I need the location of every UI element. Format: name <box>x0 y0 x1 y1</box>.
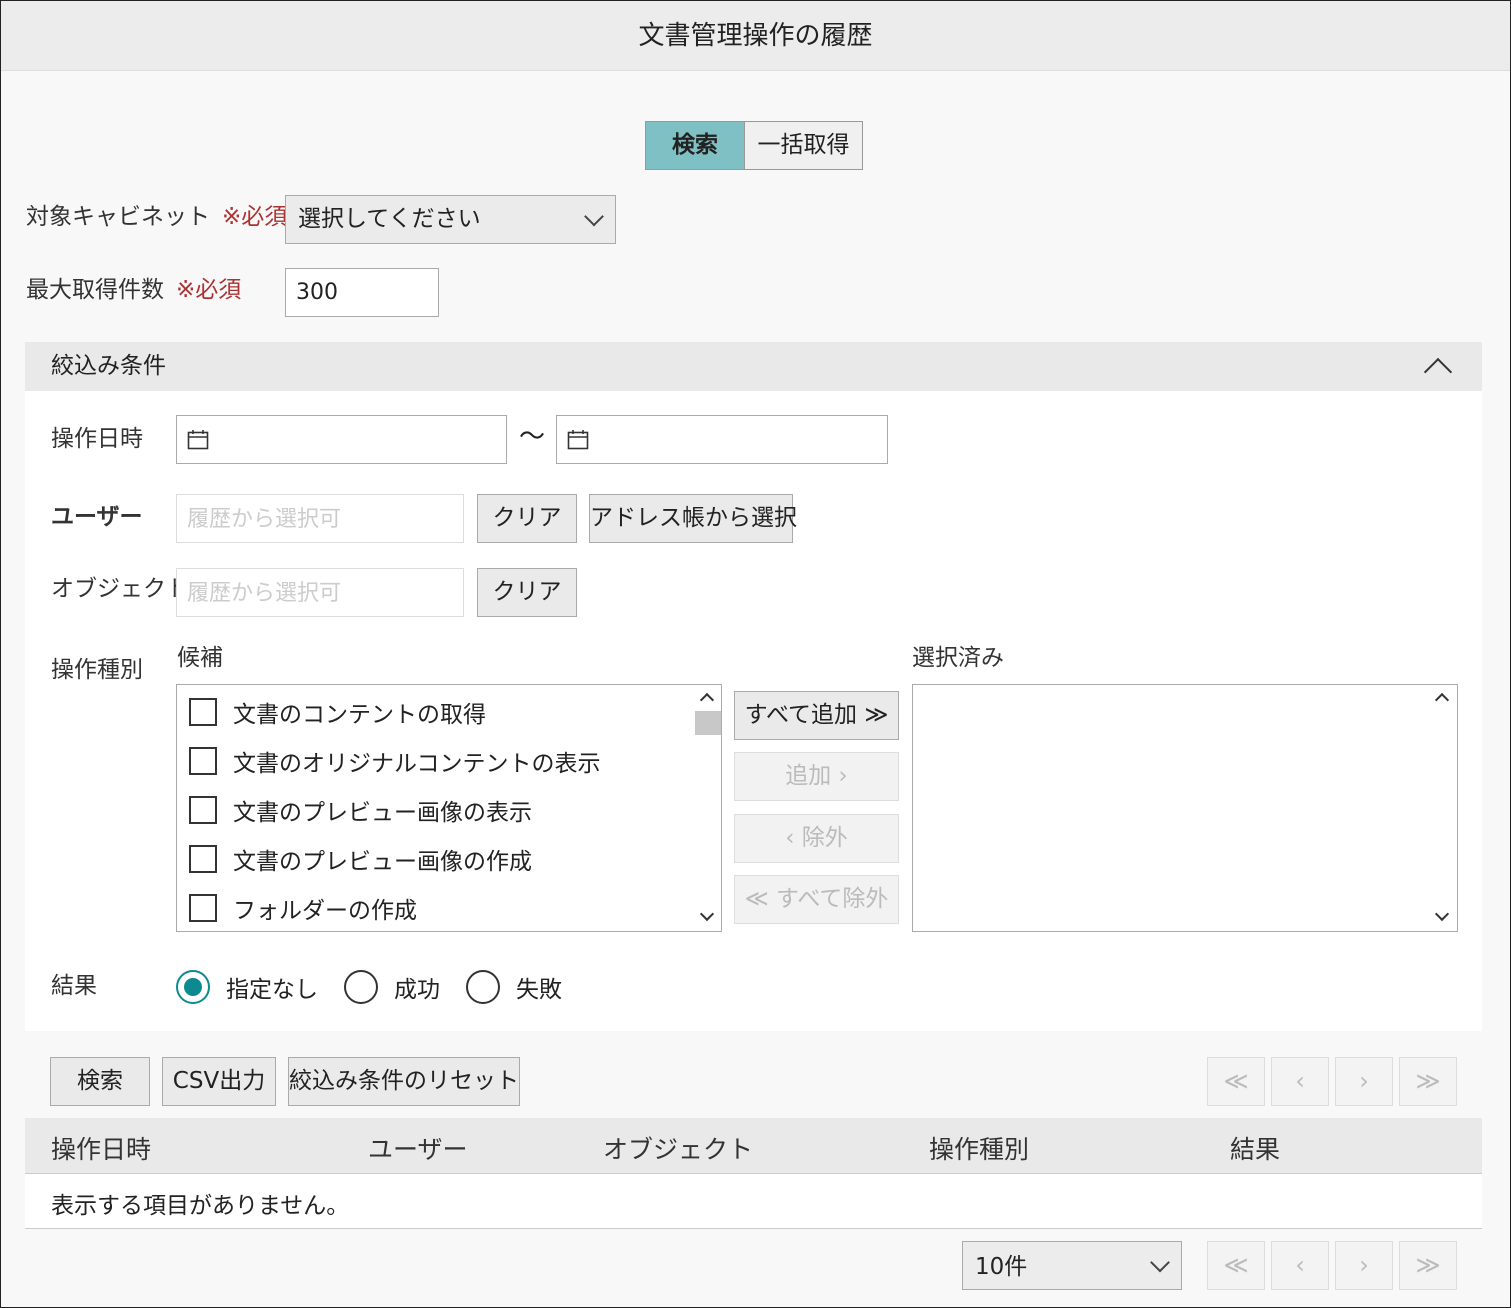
scroll-up-icon[interactable] <box>699 692 715 708</box>
result-radio-group: 指定なし 成功 失敗 <box>176 969 562 1005</box>
max-count-label-row: 最大取得件数 ※必須 <box>26 274 241 306</box>
cabinet-select-value: 選択してください <box>298 206 481 232</box>
column-header-object[interactable]: オブジェクト <box>603 1130 753 1166</box>
column-header-user[interactable]: ユーザー <box>368 1130 468 1166</box>
result-label: 結果 <box>51 973 97 999</box>
cabinet-select[interactable]: 選択してください <box>285 195 616 244</box>
date-range-separator: 〜 <box>519 422 546 452</box>
column-header-result[interactable]: 結果 <box>1230 1130 1280 1166</box>
pager-prev-button[interactable]: ‹ <box>1271 1241 1329 1290</box>
pager-prev-button[interactable]: ‹ <box>1271 1057 1329 1106</box>
pager-last-button[interactable]: ≫ <box>1399 1057 1457 1106</box>
filter-section-title: 絞込み条件 <box>51 353 166 379</box>
candidate-label: 文書のプレビュー画像の表示 <box>233 800 532 826</box>
empty-message: 表示する項目がありません。 <box>51 1193 350 1219</box>
reset-filter-button[interactable]: 絞込み条件のリセット <box>288 1057 520 1106</box>
radio-success[interactable] <box>344 970 378 1004</box>
results-table-body: 表示する項目がありません。 <box>25 1174 1482 1229</box>
pager-next-button[interactable]: › <box>1335 1057 1393 1106</box>
object-clear-button[interactable]: クリア <box>477 568 577 617</box>
required-mark: ※必須 <box>176 277 242 303</box>
dialog-window: 文書管理操作の履歴 検索 一括取得 対象キャビネット ※必須 選択してください 最… <box>0 0 1511 1308</box>
required-mark: ※必須 <box>222 204 288 230</box>
user-input[interactable]: 履歴から選択可 <box>176 494 464 543</box>
max-count-input[interactable] <box>285 268 439 317</box>
checkbox[interactable] <box>189 698 217 726</box>
object-input[interactable]: 履歴から選択可 <box>176 568 464 617</box>
scrollbar-thumb[interactable] <box>695 711 721 735</box>
column-header-op-type[interactable]: 操作種別 <box>929 1130 1029 1166</box>
user-label: ユーザー <box>51 504 143 530</box>
page-size-select[interactable]: 10件 <box>962 1241 1182 1290</box>
address-book-button[interactable]: アドレス帳から選択 <box>589 494 797 543</box>
chevron-down-icon <box>1150 1252 1170 1272</box>
candidate-label: 文書のオリジナルコンテントの表示 <box>233 751 601 777</box>
candidate-label: フォルダーの作成 <box>233 898 417 924</box>
scroll-down-icon[interactable] <box>1434 906 1450 922</box>
radio-unspecified[interactable] <box>176 970 210 1004</box>
op-type-label: 操作種別 <box>51 657 143 683</box>
add-button[interactable]: 追加 › <box>734 752 899 801</box>
candidate-label: 文書のコンテントの取得 <box>233 702 486 728</box>
column-header-datetime[interactable]: 操作日時 <box>51 1130 151 1166</box>
tab-bulk-get[interactable]: 一括取得 <box>745 122 862 169</box>
cabinet-label-row: 対象キャビネット ※必須 <box>26 201 287 233</box>
scroll-up-icon[interactable] <box>1434 692 1450 708</box>
pager-last-button[interactable]: ≫ <box>1399 1241 1457 1290</box>
user-clear-button[interactable]: クリア <box>477 494 577 543</box>
mode-tab-group: 検索 一括取得 <box>645 121 863 170</box>
date-to-input[interactable] <box>556 415 888 464</box>
calendar-icon <box>187 430 209 450</box>
list-item[interactable]: 文書のコンテントの取得 <box>189 695 486 729</box>
add-all-button[interactable]: すべて追加 ≫ <box>734 691 899 740</box>
list-item[interactable]: フォルダーの作成 <box>189 891 417 925</box>
radio-label: 成功 <box>394 977 440 1003</box>
filter-section-header[interactable]: 絞込み条件 <box>25 342 1482 391</box>
object-label: オブジェクト <box>51 576 189 602</box>
results-table-header: 操作日時 ユーザー オブジェクト 操作種別 結果 <box>25 1118 1482 1174</box>
csv-export-button[interactable]: CSV出力 <box>162 1057 276 1106</box>
list-item[interactable]: 文書のプレビュー画像の作成 <box>189 842 532 876</box>
calendar-icon <box>567 430 589 450</box>
checkbox[interactable] <box>189 747 217 775</box>
date-from-input[interactable] <box>176 415 507 464</box>
chevron-up-icon[interactable] <box>1423 357 1453 387</box>
selected-label: 選択済み <box>912 645 1004 671</box>
cabinet-label: 対象キャビネット <box>26 204 210 230</box>
radio-failure[interactable] <box>466 970 500 1004</box>
checkbox[interactable] <box>189 894 217 922</box>
remove-button[interactable]: ‹ 除外 <box>734 814 899 863</box>
selected-list[interactable] <box>912 684 1458 932</box>
candidates-label: 候補 <box>177 645 223 671</box>
chevron-down-icon <box>584 206 604 226</box>
search-button[interactable]: 検索 <box>50 1057 150 1106</box>
max-count-label: 最大取得件数 <box>26 277 164 303</box>
list-item[interactable]: 文書のオリジナルコンテントの表示 <box>189 744 601 778</box>
page-size-value: 10件 <box>975 1254 1028 1280</box>
checkbox[interactable] <box>189 845 217 873</box>
tab-search[interactable]: 検索 <box>646 122 745 169</box>
radio-label: 指定なし <box>226 977 318 1003</box>
date-label: 操作日時 <box>51 426 143 452</box>
candidates-list[interactable]: 文書のコンテントの取得 文書のオリジナルコンテントの表示 文書のプレビュー画像の… <box>176 684 722 932</box>
candidate-label: 文書のプレビュー画像の作成 <box>233 849 532 875</box>
dialog-title: 文書管理操作の履歴 <box>1 1 1510 71</box>
checkbox[interactable] <box>189 796 217 824</box>
scroll-down-icon[interactable] <box>699 906 715 922</box>
radio-label: 失敗 <box>516 977 562 1003</box>
list-item[interactable]: 文書のプレビュー画像の表示 <box>189 793 532 827</box>
pager-next-button[interactable]: › <box>1335 1241 1393 1290</box>
pager-first-button[interactable]: ≪ <box>1207 1057 1265 1106</box>
remove-all-button[interactable]: ≪ すべて除外 <box>734 875 899 924</box>
pager-first-button[interactable]: ≪ <box>1207 1241 1265 1290</box>
